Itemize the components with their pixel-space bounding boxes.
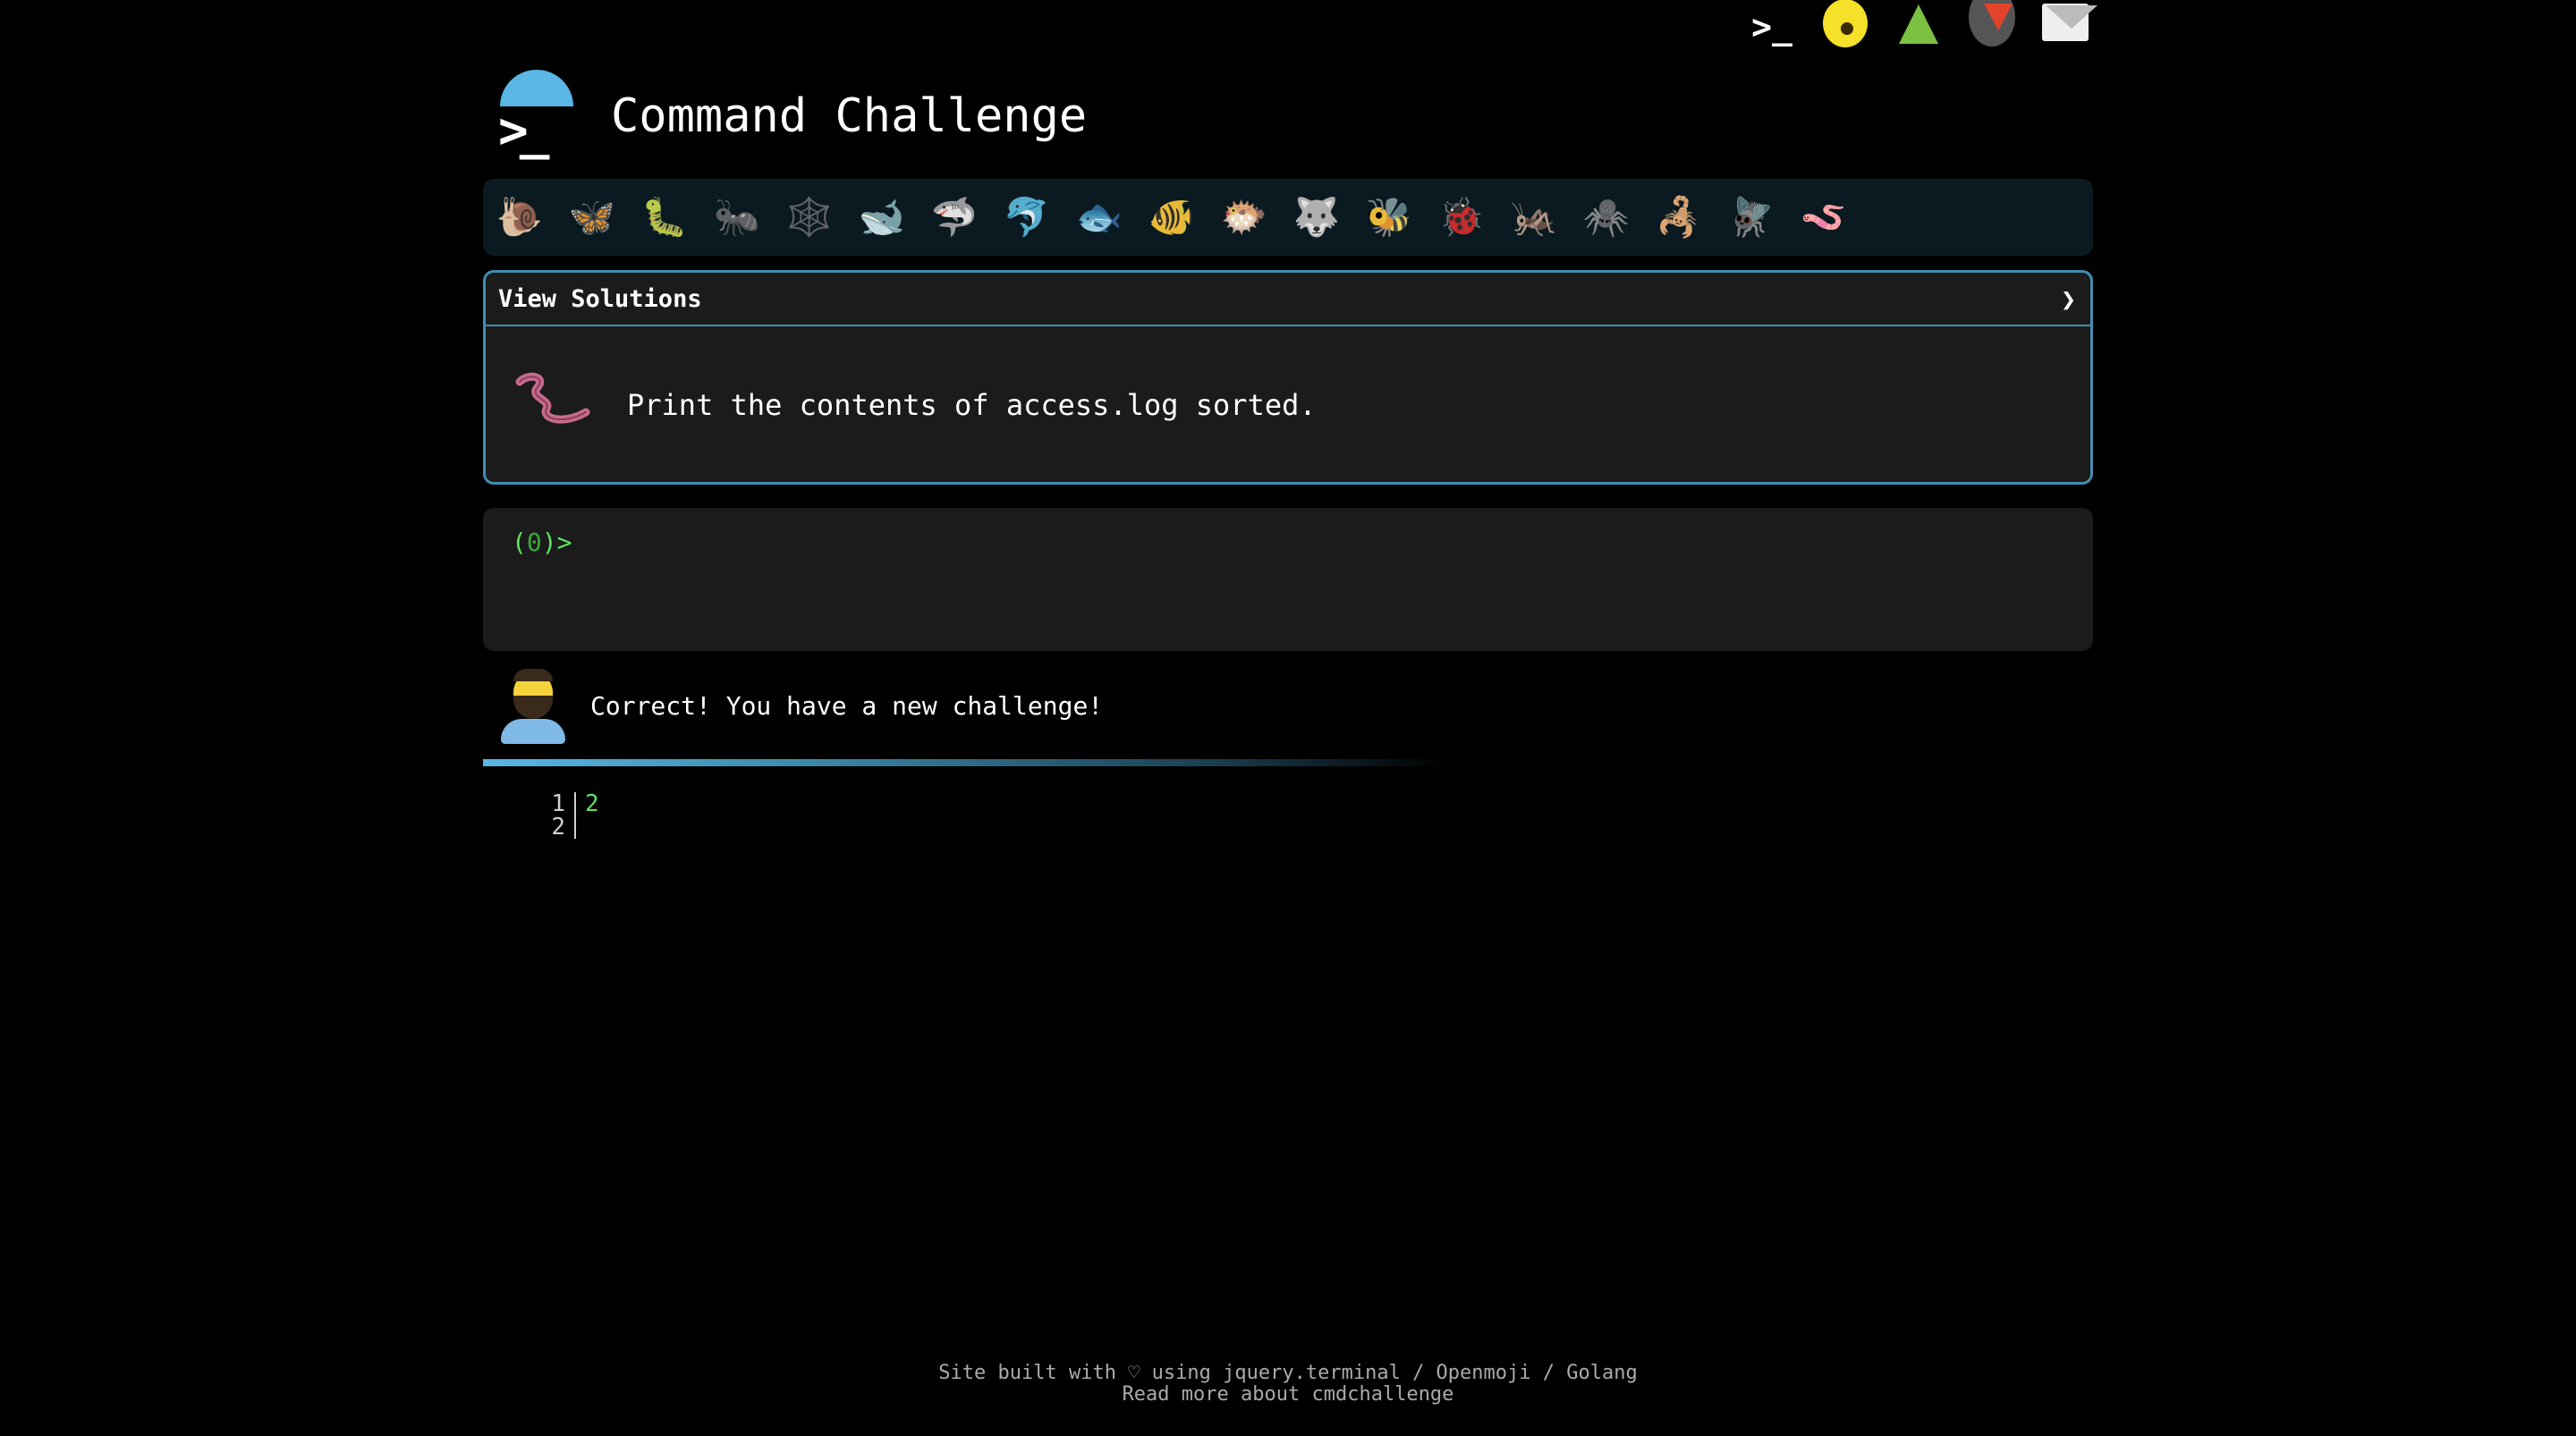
command-output: 122 [537, 792, 599, 839]
terminal-icon[interactable]: >_ [1749, 4, 1795, 50]
feedback: Correct! You have a new challenge! [501, 669, 1104, 744]
challenge-animal-icon[interactable]: 🐞 [1437, 193, 1486, 241]
mail-icon[interactable] [2042, 0, 2097, 46]
bearded-person-icon [501, 669, 565, 744]
challenge-animal-icon[interactable]: 🐺 [1292, 193, 1341, 241]
chevron-right-icon[interactable]: ❯ [2061, 284, 2076, 314]
footer: Site built with ♡ using jquery.terminal … [0, 1363, 2576, 1406]
line-number: 2 [537, 815, 576, 839]
challenge-animal-icon[interactable]: 🐬 [1003, 193, 1051, 241]
challenge-animal-icon[interactable]: 🐋 [858, 193, 906, 241]
terminal-prompt: (0)> [512, 528, 572, 557]
page-title: Command Challenge [611, 89, 1088, 143]
worm-icon [511, 369, 591, 441]
challenge-animal-icon[interactable]: 🕸️ [785, 193, 834, 241]
challenge-animal-icon[interactable]: 🪱 [1800, 193, 1848, 241]
challenge-animal-bar: 🐌 🦋 🐛 🐜 🕸️ 🐋 🦈 🐬 🐟 🐠 🐡 🐺 🐝 🐞 🦗 🕷️ 🦂 🪰 🪱 [483, 179, 2093, 256]
gitlab-icon[interactable] [1969, 0, 2015, 46]
prompt-close: )> [541, 528, 572, 557]
output-row: 2 [537, 815, 599, 839]
site-logo[interactable]: >_ [496, 70, 577, 160]
output-row: 12 [537, 792, 599, 815]
challenge-animal-icon[interactable]: 🐡 [1220, 193, 1268, 241]
challenge-animal-icon[interactable]: 🐜 [713, 193, 761, 241]
terminal[interactable]: (0)> [483, 508, 2093, 651]
logo-dome [500, 70, 573, 106]
tree-icon[interactable] [1895, 0, 1942, 46]
progress-bar [483, 759, 1449, 766]
shushing-face-icon[interactable] [1822, 0, 1868, 47]
challenge-description: Print the contents of access.log sorted. [486, 326, 2090, 484]
challenge-animal-icon[interactable]: 🪰 [1727, 193, 1775, 241]
challenge-animal-icon[interactable]: 🦈 [930, 193, 979, 241]
challenge-text: Print the contents of access.log sorted. [627, 388, 1317, 422]
footer-credits: Site built with ♡ using jquery.terminal … [938, 1362, 1638, 1384]
prompt-count: 0 [526, 528, 542, 557]
top-nav-icons: >_ [1749, 0, 2097, 50]
logo-prompt: >_ [498, 102, 550, 160]
output-value [576, 815, 585, 839]
challenge-animal-icon[interactable]: 🐝 [1365, 193, 1413, 241]
challenge-animal-icon[interactable]: 🦗 [1510, 193, 1558, 241]
line-number: 1 [537, 792, 576, 815]
view-solutions-label: View Solutions [498, 284, 702, 313]
challenge-animal-icon[interactable]: 🦋 [568, 193, 616, 241]
feedback-message: Correct! You have a new challenge! [590, 690, 1104, 721]
view-solutions-toggle[interactable]: View Solutions ❯ [486, 273, 2090, 326]
challenge-animal-icon[interactable]: 🐟 [1075, 193, 1123, 241]
challenge-animal-icon[interactable]: 🦂 [1655, 193, 1703, 241]
solutions-panel: View Solutions ❯ Print the contents of a… [483, 270, 2093, 485]
prompt-open: ( [512, 528, 527, 557]
challenge-animal-icon[interactable]: 🐌 [496, 193, 544, 241]
footer-about-link[interactable]: Read more about cmdchallenge [0, 1384, 2576, 1406]
challenge-animal-icon[interactable]: 🕷️ [1582, 193, 1631, 241]
output-value: 2 [585, 790, 599, 817]
challenge-animal-icon[interactable]: 🐛 [640, 193, 689, 241]
challenge-animal-icon[interactable]: 🐠 [1148, 193, 1196, 241]
